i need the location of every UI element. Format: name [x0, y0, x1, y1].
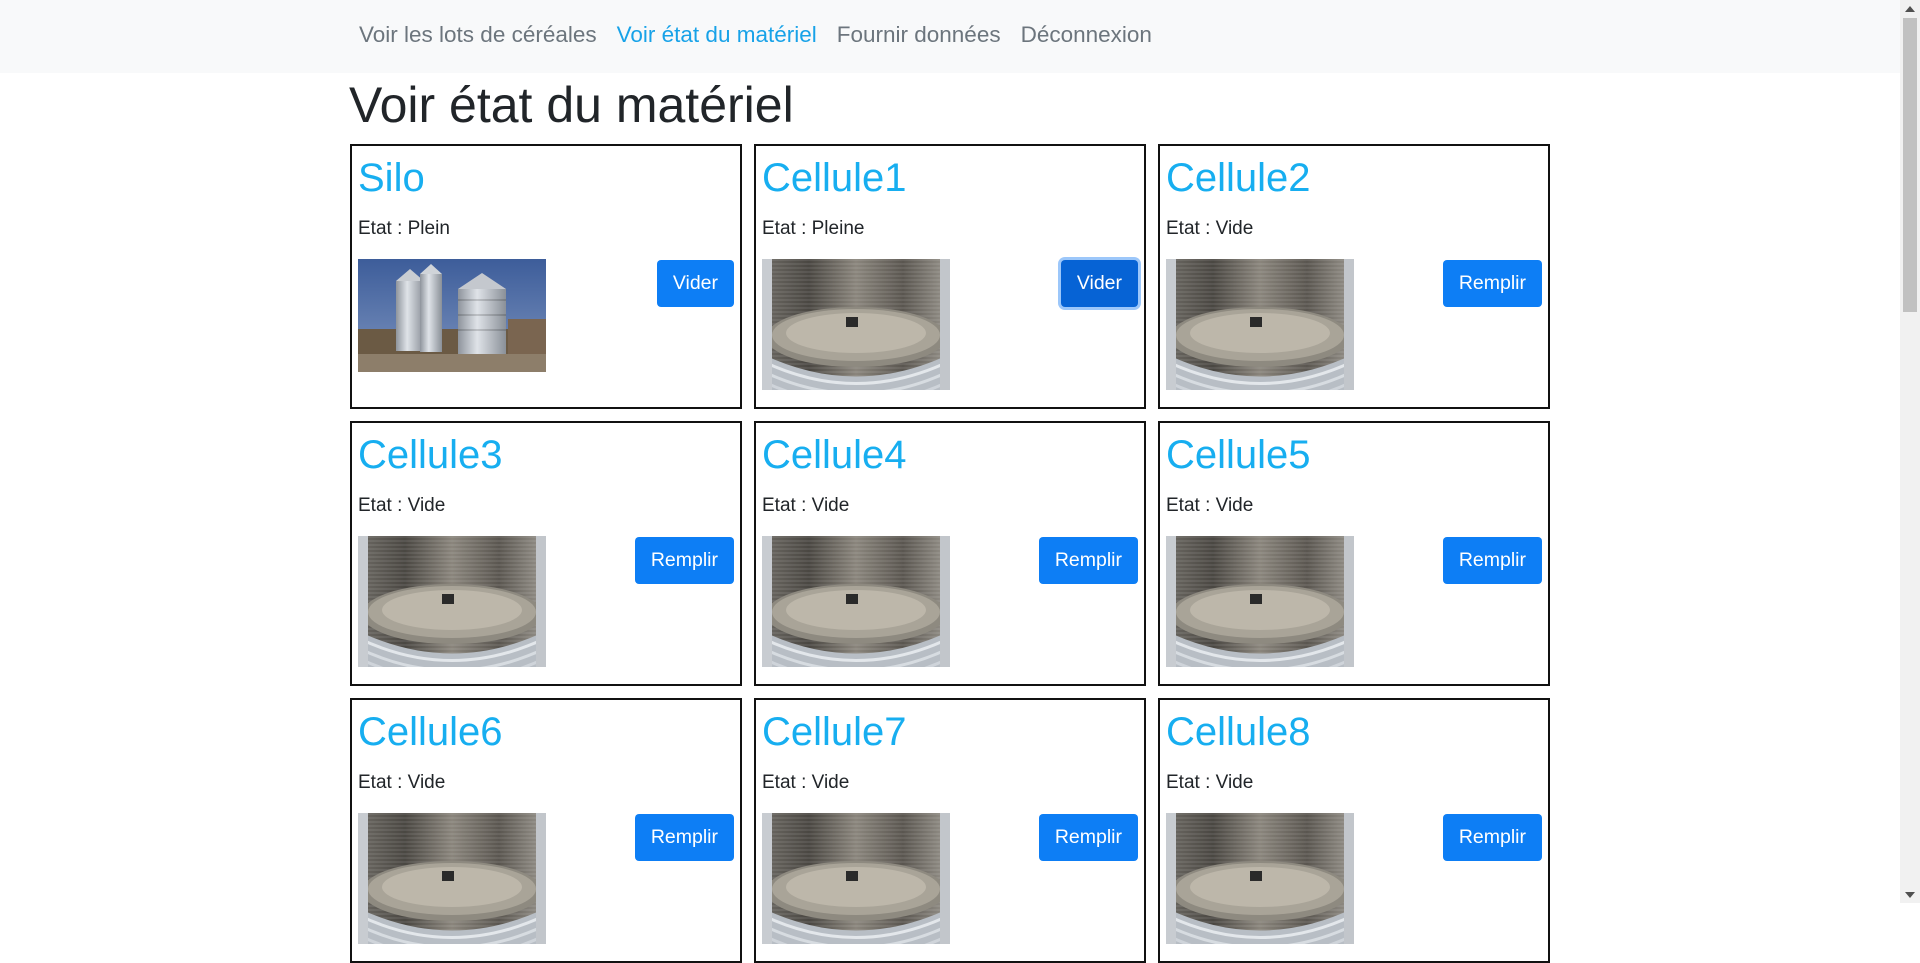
scroll-down-arrow-icon[interactable]	[1900, 886, 1920, 903]
card-title: Cellule6	[358, 710, 503, 754]
top-navbar: Voir les lots de céréales Voir état du m…	[0, 0, 1900, 73]
cellule-photo	[1166, 813, 1354, 944]
scrollbar-thumb[interactable]	[1903, 18, 1917, 312]
cellule-photo	[762, 536, 950, 667]
fill-button[interactable]: Remplir	[1442, 537, 1542, 584]
equipment-card: Cellule7 Etat : Vide Remplir	[754, 698, 1146, 963]
cellule-photo	[1166, 259, 1354, 390]
cellule-photo	[358, 536, 546, 667]
fill-button[interactable]: Remplir	[1442, 814, 1542, 861]
cellule-photo	[1166, 536, 1354, 667]
nav-links: Voir les lots de céréales Voir état du m…	[359, 22, 1172, 48]
equipment-grid: Silo Etat : Plein Vider Cellule1 Etat : Ple…	[350, 144, 1550, 963]
silo-photo	[358, 259, 546, 372]
card-title: Cellule4	[762, 433, 907, 477]
equipment-card: Cellule6 Etat : Vide Remplir	[350, 698, 742, 963]
nav-link-materiel[interactable]: Voir état du matériel	[617, 22, 817, 48]
card-title: Cellule5	[1166, 433, 1311, 477]
equipment-card: Silo Etat : Plein Vider	[350, 144, 742, 409]
equipment-card: Cellule8 Etat : Vide Remplir	[1158, 698, 1550, 963]
card-title: Silo	[358, 156, 425, 200]
cellule-photo	[762, 813, 950, 944]
empty-button[interactable]: Vider	[656, 260, 734, 307]
cellule-photo	[762, 259, 950, 390]
fill-button[interactable]: Remplir	[1038, 537, 1138, 584]
fill-button[interactable]: Remplir	[1442, 260, 1542, 307]
card-status: Etat : Vide	[1166, 772, 1254, 793]
nav-link-deconnexion[interactable]: Déconnexion	[1021, 22, 1152, 48]
card-status: Etat : Vide	[762, 772, 850, 793]
equipment-card: Cellule4 Etat : Vide Remplir	[754, 421, 1146, 686]
card-status: Etat : Pleine	[762, 218, 865, 239]
equipment-card: Cellule5 Etat : Vide Remplir	[1158, 421, 1550, 686]
equipment-card: Cellule1 Etat : Pleine Vider	[754, 144, 1146, 409]
card-status: Etat : Vide	[1166, 218, 1254, 239]
card-status: Etat : Vide	[762, 495, 850, 516]
vertical-scrollbar[interactable]	[1900, 0, 1920, 903]
empty-button[interactable]: Vider	[1060, 260, 1138, 307]
card-title: Cellule1	[762, 156, 907, 200]
fill-button[interactable]: Remplir	[634, 537, 734, 584]
equipment-card: Cellule2 Etat : Vide Remplir	[1158, 144, 1550, 409]
card-title: Cellule3	[358, 433, 503, 477]
fill-button[interactable]: Remplir	[1038, 814, 1138, 861]
card-status: Etat : Vide	[358, 772, 446, 793]
card-title: Cellule8	[1166, 710, 1311, 754]
card-status: Etat : Plein	[358, 218, 450, 239]
card-title: Cellule2	[1166, 156, 1311, 200]
nav-link-lots[interactable]: Voir les lots de céréales	[359, 22, 597, 48]
card-status: Etat : Vide	[1166, 495, 1254, 516]
nav-link-donnees[interactable]: Fournir données	[837, 22, 1001, 48]
equipment-card: Cellule3 Etat : Vide Remplir	[350, 421, 742, 686]
card-title: Cellule7	[762, 710, 907, 754]
cellule-photo	[358, 813, 546, 944]
page-title: Voir état du matériel	[349, 77, 794, 133]
fill-button[interactable]: Remplir	[634, 814, 734, 861]
card-status: Etat : Vide	[358, 495, 446, 516]
scroll-up-arrow-icon[interactable]	[1900, 0, 1920, 17]
